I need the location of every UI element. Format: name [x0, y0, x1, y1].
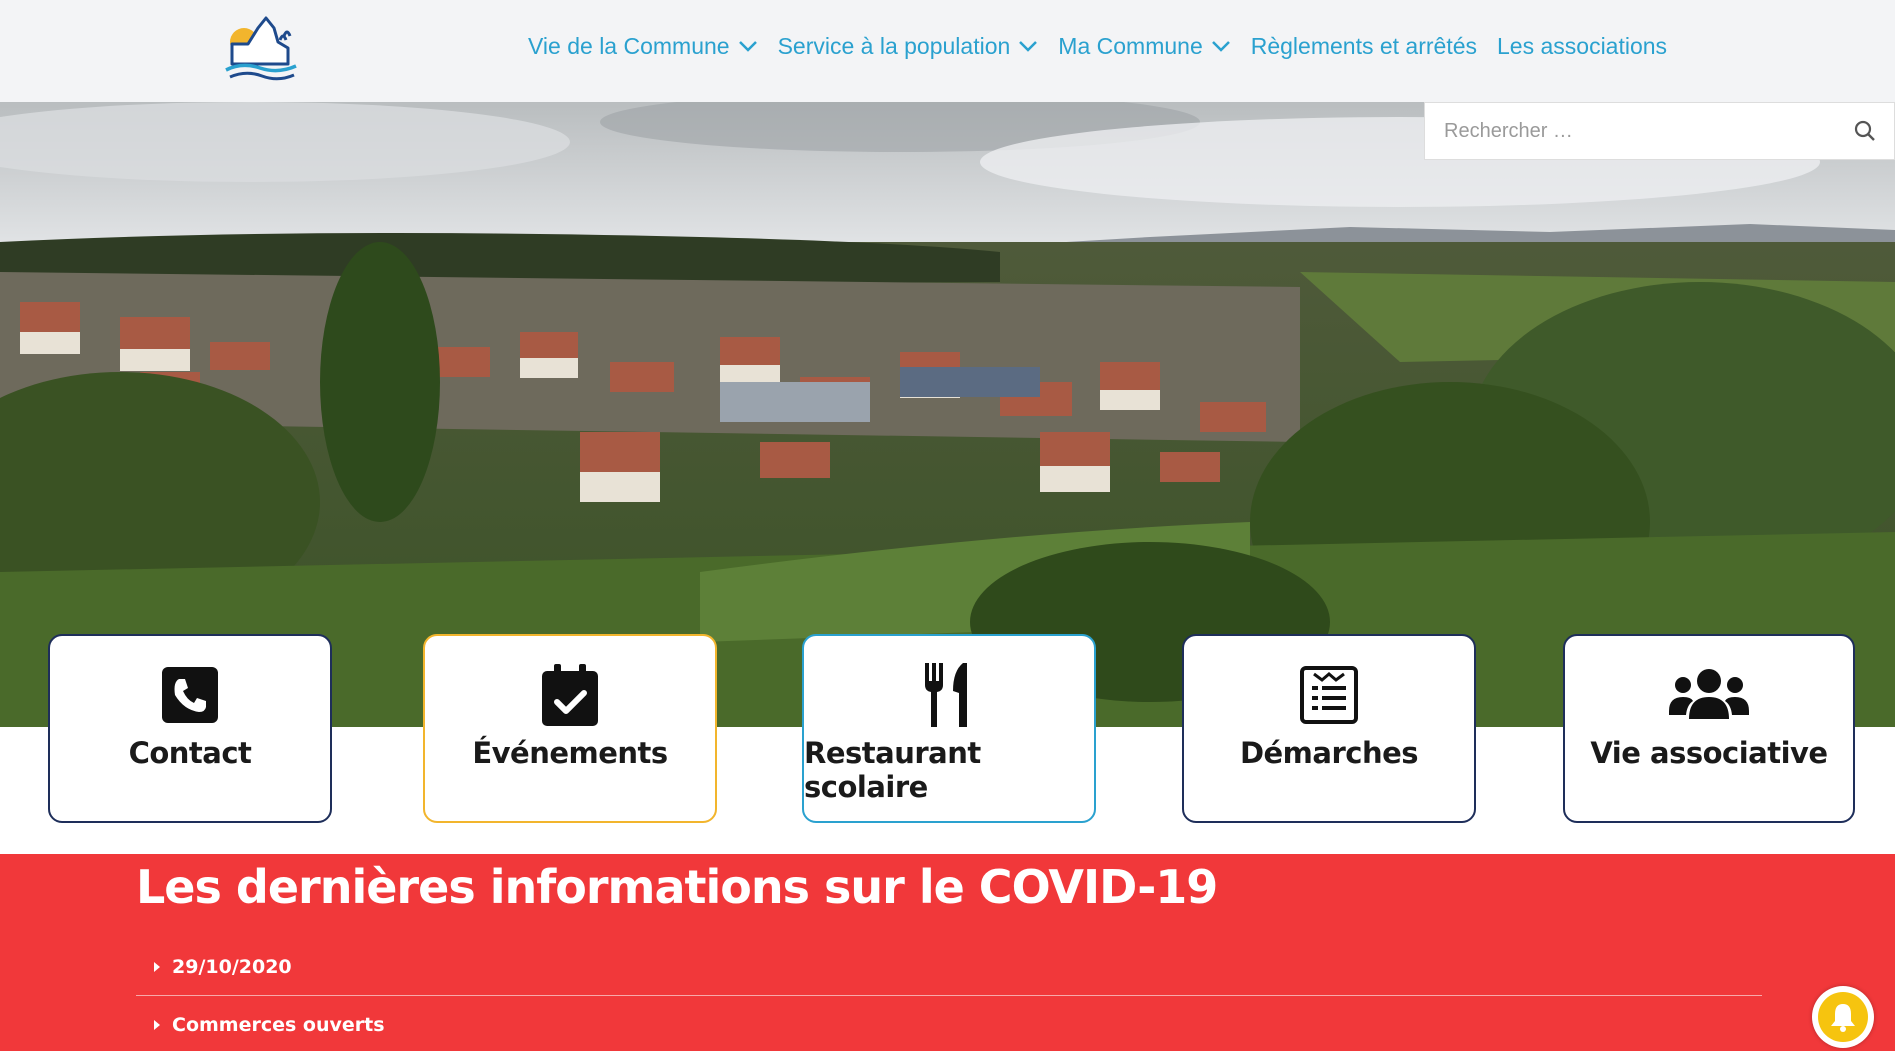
site-header: Vie de la Commune Service à la populatio…: [0, 0, 1895, 102]
card-label: Contact: [128, 736, 252, 770]
nav-item-label: Service à la population: [777, 32, 1011, 59]
nav-item-reglements-et-arretes[interactable]: Règlements et arrêtés: [1251, 33, 1477, 60]
search-icon[interactable]: [1854, 120, 1876, 142]
document-list-icon: [1300, 664, 1358, 726]
calendar-check-icon: [542, 664, 598, 726]
card-contact[interactable]: Contact: [48, 634, 332, 823]
notification-bell-button[interactable]: [1812, 986, 1874, 1048]
caret-right-icon: [154, 962, 160, 972]
covid-section-title: Les dernières informations sur le COVID-…: [136, 860, 1218, 914]
nav-item-les-associations[interactable]: Les associations: [1497, 33, 1667, 60]
nav-item-label: Les associations: [1497, 32, 1668, 59]
card-vie-associative[interactable]: Vie associative: [1563, 634, 1855, 823]
card-label: Événements: [472, 736, 668, 770]
card-evenements[interactable]: Événements: [423, 634, 717, 823]
utensils-icon: [923, 663, 975, 727]
caret-right-icon: [154, 1020, 160, 1030]
users-icon: [1669, 664, 1749, 726]
card-label: Vie associative: [1590, 736, 1828, 770]
card-restaurant-scolaire[interactable]: Restaurant scolaire: [802, 634, 1096, 823]
chevron-down-icon: [1019, 41, 1038, 52]
accordion-item-commerces-ouverts[interactable]: Commerces ouverts: [154, 1014, 385, 1036]
main-navigation: Vie de la Commune Service à la populatio…: [528, 26, 1687, 66]
nav-item-label: Vie de la Commune: [528, 32, 730, 59]
nav-item-label: Ma Commune: [1058, 32, 1203, 59]
nav-item-vie-de-la-commune[interactable]: Vie de la Commune: [528, 33, 758, 60]
accordion-divider: [136, 995, 1762, 996]
search-box: [1424, 102, 1895, 160]
phone-icon: [162, 664, 218, 726]
village-logo-icon[interactable]: [222, 14, 302, 82]
chevron-down-icon: [738, 41, 757, 52]
accordion-item-label: Commerces ouverts: [172, 1014, 385, 1036]
card-label: Restaurant scolaire: [804, 736, 981, 804]
nav-item-ma-commune[interactable]: Ma Commune: [1058, 33, 1230, 60]
accordion-item-label: 29/10/2020: [172, 956, 292, 978]
accordion-item-29-10-2020[interactable]: 29/10/2020: [154, 956, 292, 978]
search-input[interactable]: [1425, 103, 1825, 159]
card-label: Démarches: [1239, 736, 1419, 770]
card-demarches[interactable]: Démarches: [1182, 634, 1476, 823]
chevron-down-icon: [1211, 41, 1230, 52]
nav-item-service-a-la-population[interactable]: Service à la population: [778, 33, 1039, 60]
bell-icon: [1818, 992, 1868, 1042]
nav-item-label: Règlements et arrêtés: [1250, 32, 1478, 59]
covid-info-section: Les dernières informations sur le COVID-…: [0, 854, 1895, 1051]
